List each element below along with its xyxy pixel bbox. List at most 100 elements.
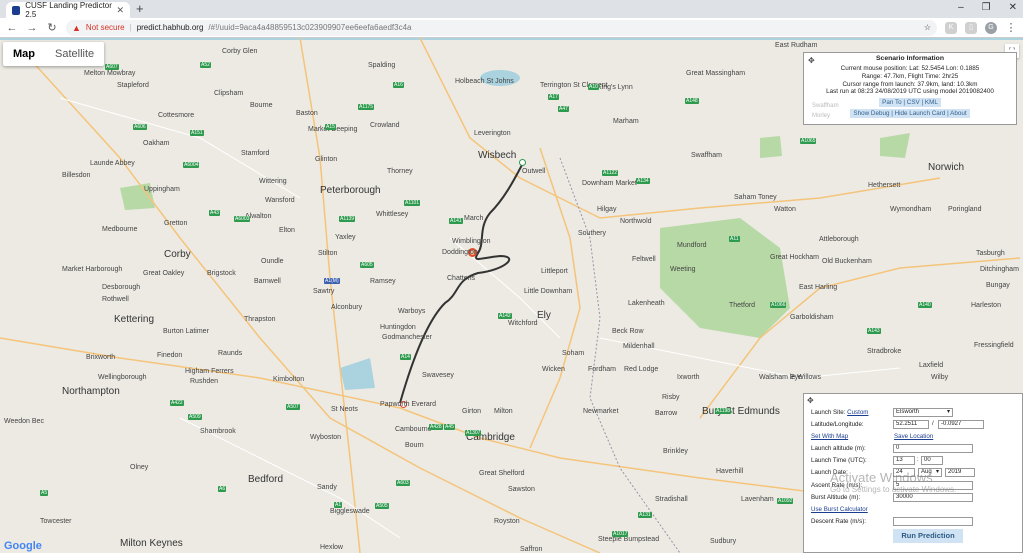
road-label: A605	[360, 262, 374, 268]
place-label: Kimbolton	[273, 376, 305, 383]
google-logo: Google	[4, 540, 42, 552]
burst-calculator-link[interactable]: Use Burst Calculator	[811, 506, 868, 513]
descent-rate-input[interactable]	[893, 517, 973, 526]
altitude-input[interactable]: 0	[893, 444, 973, 453]
place-label: Haverhill	[716, 468, 744, 475]
new-tab-button[interactable]: +	[136, 2, 144, 16]
place-label: Saham Toney	[734, 194, 777, 201]
pan-csv-kml-links[interactable]: Pan To | CSV | KML	[879, 98, 941, 108]
place-label: Northwold	[620, 218, 652, 225]
forward-icon[interactable]: →	[26, 22, 38, 34]
place-label: Desborough	[102, 284, 141, 291]
place-label: Stapleford	[117, 82, 149, 89]
place-label: Warboys	[398, 308, 426, 315]
back-icon[interactable]: ←	[6, 22, 18, 34]
launch-card-move-icon[interactable]: ✥	[807, 396, 814, 405]
address-bar[interactable]: ▲ Not secure | predict.habhub.org /#!/uui…	[66, 19, 937, 36]
minimize-button[interactable]: –	[958, 2, 964, 13]
save-location-link[interactable]: Save Location	[894, 433, 933, 440]
launch-time-label: Launch Time (UTC):	[811, 457, 867, 464]
place-label: Great Hockham	[770, 254, 820, 261]
browser-tab[interactable]: CUSF Landing Predictor 2.5 ✕	[6, 1, 130, 19]
custom-link[interactable]: Custom	[847, 409, 868, 416]
ascent-rate-input[interactable]: 5	[893, 481, 973, 490]
place-label: Godmanchester	[382, 334, 432, 341]
place-label: Great Shelford	[479, 470, 525, 477]
place-label: Crowland	[370, 122, 400, 129]
extension-icon[interactable]: K	[945, 21, 957, 34]
place-label: Thetford	[729, 302, 756, 309]
move-icon[interactable]: ✥	[808, 56, 815, 65]
place-label: Milton	[494, 408, 513, 415]
scenario-info-card: ✥ Scenario Information Current mouse pos…	[803, 52, 1017, 125]
restore-button[interactable]: ❐	[982, 2, 991, 13]
place-label: Marham	[613, 118, 639, 125]
place-label: Rothwell	[102, 296, 129, 303]
hour-input[interactable]: 13	[893, 456, 915, 465]
place-label: Gretton	[164, 220, 188, 227]
place-label: Weeting	[670, 266, 696, 273]
close-tab-icon[interactable]: ✕	[116, 5, 124, 16]
launch-marker-icon[interactable]	[519, 159, 526, 166]
road-label: A1139	[339, 216, 356, 222]
tab-title: CUSF Landing Predictor 2.5	[25, 1, 112, 19]
separator: |	[129, 23, 132, 32]
minute-input[interactable]: 00	[921, 456, 943, 465]
place-label: Corby Glen	[222, 48, 258, 55]
run-prediction-button[interactable]: Run Prediction	[893, 529, 963, 543]
extension-icon-2[interactable]: ▯	[965, 21, 977, 34]
place-label: Garboldisham	[790, 314, 834, 321]
place-label: Burton Latimer	[163, 328, 209, 335]
place-label: Ditchingham	[980, 266, 1019, 273]
place-label: Weedon Bec	[4, 418, 44, 425]
place-label: Bourne	[250, 102, 273, 109]
map-type-map-button[interactable]: Map	[3, 42, 45, 66]
place-label: Ramsey	[370, 278, 396, 285]
year-input[interactable]: 2019	[945, 468, 975, 477]
place-label: Littleport	[541, 268, 568, 275]
profile-avatar[interactable]: G	[985, 21, 997, 34]
descent-rate-label: Descent Rate (m/s):	[811, 518, 867, 525]
latitude-input[interactable]: 52.2511	[893, 420, 929, 429]
place-label: Barrow	[655, 410, 678, 417]
road-label: A505	[375, 503, 389, 509]
warning-icon: ▲	[72, 22, 81, 33]
place-label: Stradishall	[655, 496, 688, 503]
place-label: Oakham	[143, 140, 170, 147]
place-label: Fressingfield	[974, 342, 1014, 349]
place-label: Melton Mowbray	[84, 70, 136, 77]
place-label: Olney	[130, 464, 149, 471]
close-window-button[interactable]: ✕	[1009, 2, 1017, 13]
place-label: Finedon	[157, 352, 183, 359]
menu-icon[interactable]: ⋮	[1005, 21, 1017, 34]
place-label: Hilgay	[597, 206, 617, 213]
place-label: Wittering	[259, 178, 287, 185]
star-icon[interactable]: ☆	[924, 23, 931, 32]
road-label: A606	[133, 124, 147, 130]
place-label: Uppingham	[144, 186, 180, 193]
road-label: A607	[105, 64, 119, 70]
road-label: A10	[588, 84, 599, 90]
road-label: A142	[498, 313, 512, 319]
map-type-satellite-button[interactable]: Satellite	[45, 42, 104, 66]
place-label: Watton	[774, 206, 796, 213]
debug-card-about-links[interactable]: Show Debug | Hide Launch Card | About	[850, 109, 970, 119]
day-input[interactable]: 24	[893, 468, 915, 477]
place-label: St Neots	[331, 406, 358, 413]
place-label: Market Harborough	[62, 266, 123, 273]
place-label: Ixworth	[677, 374, 700, 381]
burst-altitude-input[interactable]: 30000	[893, 493, 973, 502]
bg-label-swaffham: Swaffham	[812, 103, 839, 109]
road-label: A15	[325, 124, 336, 130]
place-label: Sawtry	[313, 288, 335, 295]
set-with-map-link[interactable]: Set With Map	[811, 433, 848, 440]
launch-site-select[interactable]: Elsworth	[893, 408, 953, 417]
road-label: A140	[918, 302, 932, 308]
place-label: Stradbroke	[867, 348, 902, 355]
reload-icon[interactable]: ↻	[46, 21, 58, 34]
month-select[interactable]: Aug	[918, 468, 942, 477]
place-label: Chatteris	[447, 275, 476, 282]
longitude-input[interactable]: -0.0927	[938, 420, 984, 429]
place-label: Mildenhall	[623, 343, 655, 350]
road-label: A16	[393, 82, 404, 88]
